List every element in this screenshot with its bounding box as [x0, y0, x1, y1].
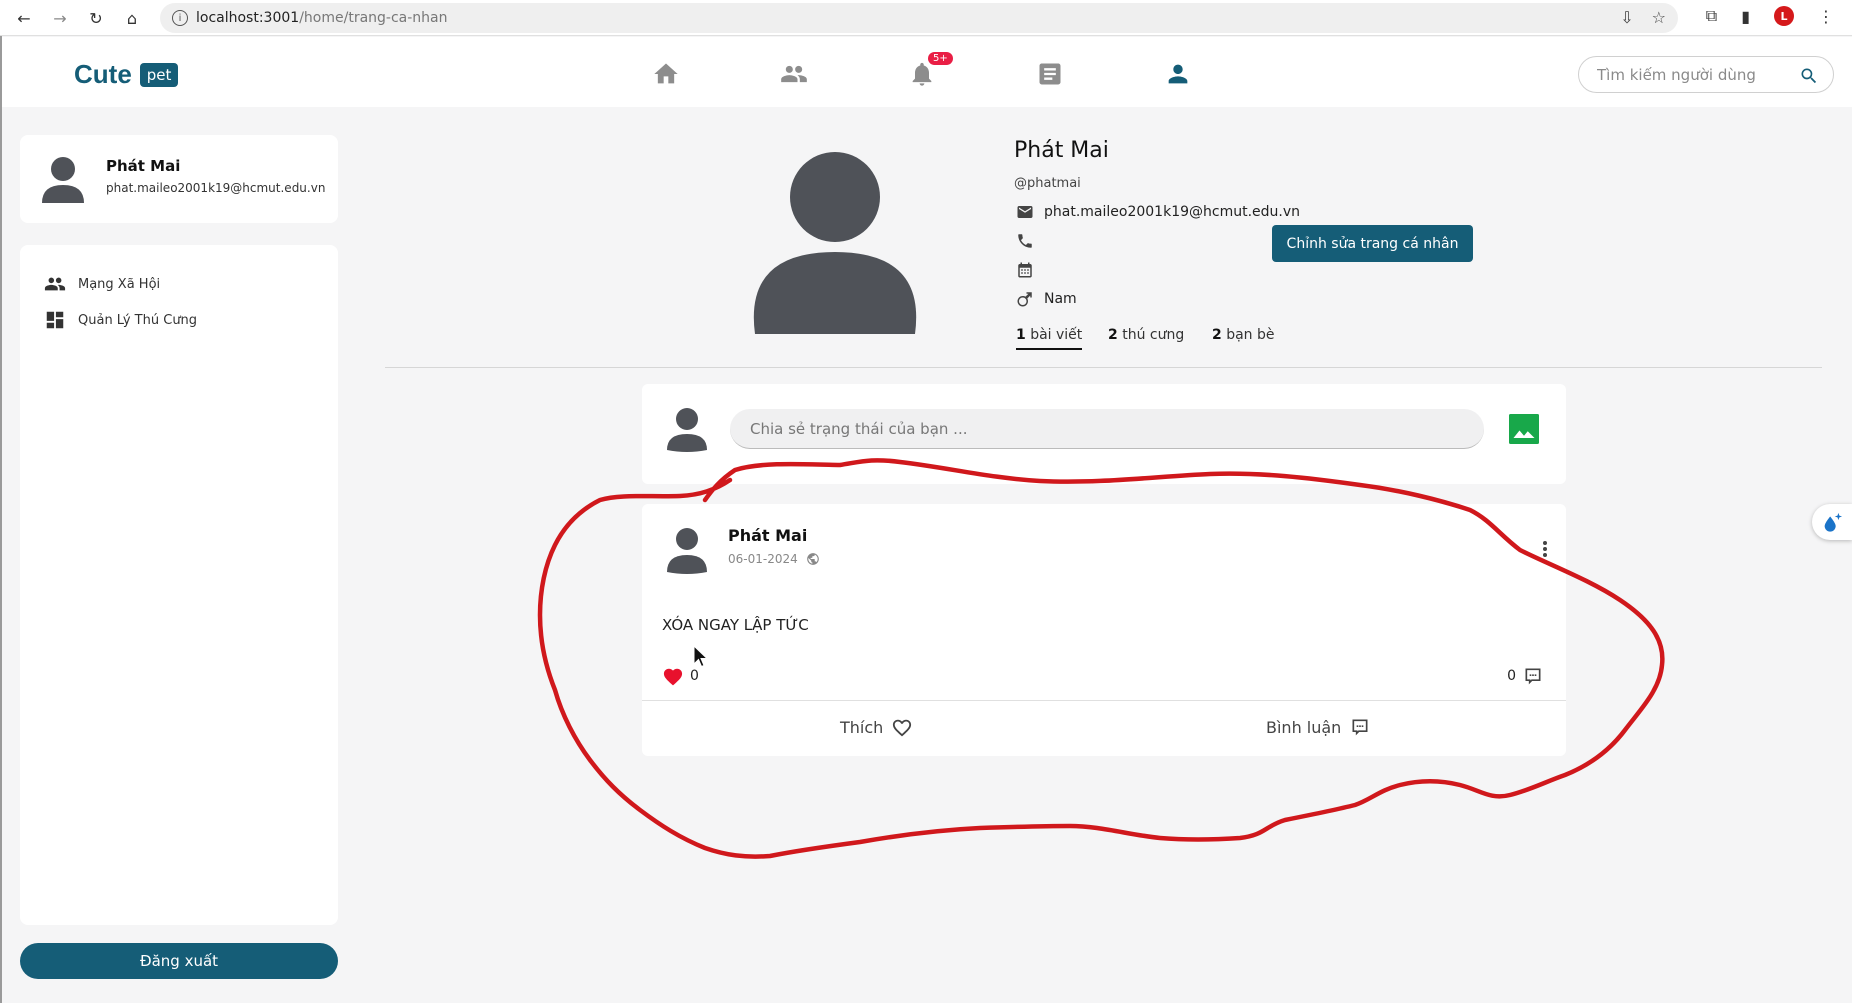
sidebar-item-social[interactable]: Mạng Xã Hội [44, 273, 160, 295]
image-upload-icon[interactable] [1506, 411, 1542, 447]
phone-icon [1018, 234, 1032, 248]
stat-friends-count: 2 [1212, 327, 1222, 343]
profile-avatar [753, 152, 917, 334]
profile-email: phat.maileo2001k19@hcmut.edu.vn [1044, 204, 1301, 220]
mouse-cursor-icon [693, 645, 709, 668]
install-app-icon[interactable]: ⇩ [1620, 8, 1633, 27]
window-edge [0, 36, 2, 1003]
profile-divider [385, 367, 1822, 368]
nav-profile[interactable] [1114, 57, 1242, 91]
avatar [667, 408, 707, 452]
top-navigation: 5+ [602, 52, 1242, 91]
comment-button[interactable]: Bình luận [1266, 717, 1371, 737]
person-icon [1168, 64, 1188, 84]
bookmark-star-icon[interactable]: ☆ [1652, 8, 1666, 27]
post-meta: 06-01-2024 [728, 552, 820, 566]
browser-toolbar: ← → ↻ ⌂ i localhost:3001/home/trang-ca-n… [0, 0, 1852, 36]
mail-icon [1017, 206, 1033, 218]
profile-birthday-row [1016, 261, 1044, 279]
forward-icon[interactable]: → [48, 6, 72, 30]
profile-name: Phát Mai [1014, 138, 1109, 163]
profile-email-row: phat.maileo2001k19@hcmut.edu.vn [1016, 203, 1300, 221]
post-author[interactable]: Phát Mai [728, 526, 807, 545]
user-search-box [1578, 56, 1834, 93]
stat-pets-count: 2 [1108, 327, 1118, 343]
address-bar[interactable]: i localhost:3001/home/trang-ca-nhan ⇩ ☆ [160, 3, 1678, 33]
nav-articles[interactable] [986, 57, 1114, 91]
stat-posts[interactable]: 1 bài viết [1016, 327, 1083, 350]
sparkle-drop-icon [1824, 512, 1843, 532]
user-search-input[interactable] [1597, 65, 1777, 84]
stat-posts-count: 1 [1016, 327, 1026, 343]
logo-badge: pet [139, 62, 179, 87]
dashboard-icon [46, 311, 64, 329]
app-header: Cute pet 5+ [2, 37, 1852, 107]
post-divider [642, 700, 1566, 701]
stat-pets-label: thú cưng [1122, 327, 1185, 343]
nav-home[interactable] [602, 57, 730, 91]
post-like-summary: 0 [662, 666, 699, 686]
avatar [667, 528, 707, 574]
url-path: /home/trang-ca-nhan [299, 10, 448, 26]
comment-icon [1352, 719, 1368, 736]
back-icon[interactable]: ← [12, 6, 36, 30]
edit-profile-button[interactable]: Chỉnh sửa trang cá nhân [1272, 225, 1473, 262]
profile-handle: @phatmai [1014, 176, 1081, 191]
browser-menu-icon[interactable]: ⋮ [1818, 7, 1834, 26]
like-label: Thích [840, 717, 884, 737]
post-card: Phát Mai 06-01-2024 XÓA NGAY LẬP TỨC 0 0… [642, 504, 1566, 756]
logo-text: Cute [74, 59, 132, 89]
sidebar-item-label: Quản Lý Thú Cưng [78, 312, 198, 328]
people-icon [44, 277, 66, 291]
avatar [42, 157, 84, 203]
logout-button[interactable]: Đăng xuất [20, 943, 338, 979]
floating-widget[interactable] [1812, 504, 1852, 540]
like-button[interactable]: Thích [840, 717, 913, 737]
heart-outline-icon [893, 719, 912, 737]
nav-notifications[interactable]: 5+ [858, 52, 986, 91]
calendar-icon [1018, 262, 1032, 278]
sidebar-menu: Mạng Xã Hội Quản Lý Thú Cưng [20, 245, 338, 925]
extensions-icon[interactable]: ⧉ [1706, 6, 1717, 26]
like-count: 0 [690, 668, 699, 684]
sidebar-user-card[interactable]: Phát Mai phat.maileo2001k19@hcmut.edu.vn [20, 135, 338, 223]
stat-friends-label: bạn bè [1226, 327, 1275, 343]
status-input[interactable] [730, 409, 1484, 449]
comment-icon [1525, 668, 1541, 685]
home-browser-icon[interactable]: ⌂ [120, 6, 144, 30]
notification-badge: 5+ [928, 52, 953, 65]
comment-label: Bình luận [1266, 717, 1342, 737]
sidebar-item-label: Mạng Xã Hội [78, 276, 161, 292]
post-comment-summary: 0 [1507, 666, 1544, 686]
side-panel-icon[interactable]: ▮ [1741, 7, 1750, 26]
heart-filled-icon [663, 668, 683, 686]
sidebar-item-pets[interactable]: Quản Lý Thú Cưng [44, 309, 197, 331]
logo[interactable]: Cute pet [74, 59, 179, 90]
url-host: localhost:3001 [196, 10, 300, 26]
post-composer [642, 384, 1566, 484]
browser-profile-avatar[interactable]: L [1774, 6, 1794, 26]
post-content: XÓA NGAY LẬP TỨC [662, 616, 809, 634]
stat-posts-label: bài viết [1030, 327, 1083, 343]
comment-count: 0 [1507, 668, 1516, 684]
reload-icon[interactable]: ↻ [84, 6, 108, 30]
sidebar-user-name: Phát Mai [106, 157, 181, 175]
post-date: 06-01-2024 [728, 552, 798, 566]
stat-friends[interactable]: 2 bạn bè [1212, 327, 1275, 343]
search-icon[interactable] [1799, 66, 1819, 86]
article-icon [1039, 63, 1061, 85]
site-info-icon[interactable]: i [172, 10, 188, 26]
more-options-icon[interactable] [1542, 540, 1548, 558]
male-icon [1017, 292, 1032, 307]
stat-pets[interactable]: 2 thú cưng [1108, 327, 1184, 343]
friends-icon [781, 65, 807, 83]
profile-gender-row: Nam [1016, 290, 1077, 308]
globe-icon [806, 553, 819, 565]
home-icon [654, 63, 678, 84]
nav-friends[interactable] [730, 57, 858, 91]
sidebar-user-email: phat.maileo2001k19@hcmut.edu.vn [106, 181, 326, 195]
profile-gender: Nam [1044, 291, 1077, 307]
profile-phone-row [1016, 232, 1044, 250]
